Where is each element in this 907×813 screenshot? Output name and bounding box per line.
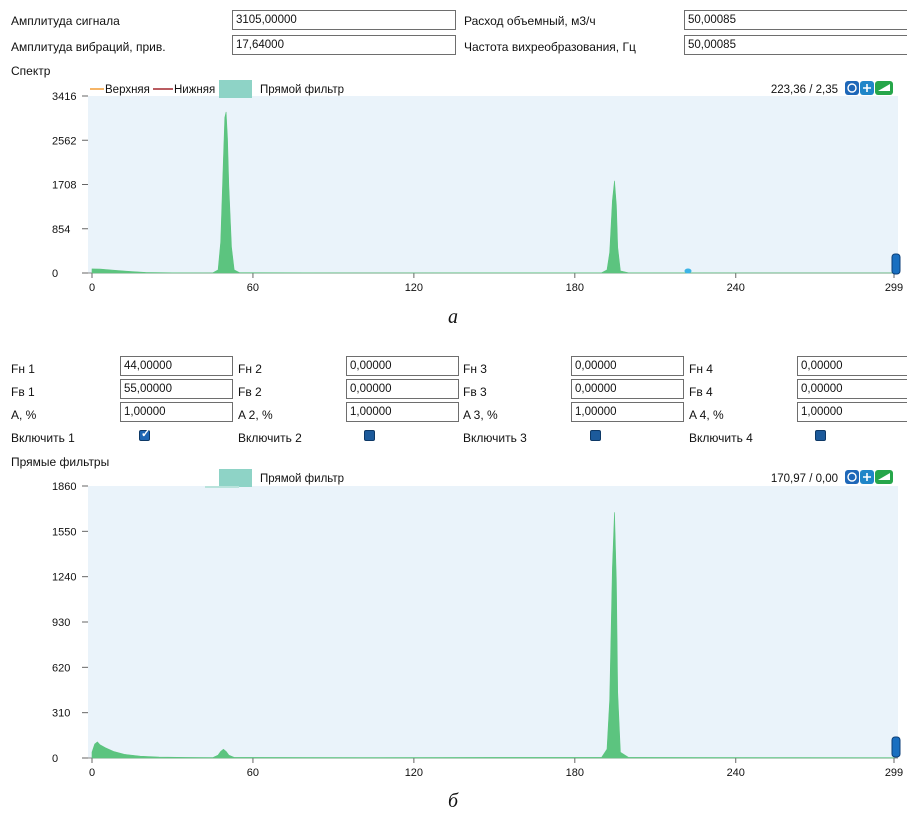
y-tick-label: 930 bbox=[52, 617, 70, 629]
filter4-a-label: A 4, % bbox=[689, 408, 724, 422]
filter3-enable-label: Включить 3 bbox=[463, 431, 527, 445]
x-tick-label: 60 bbox=[247, 767, 259, 779]
filter2-fn-field[interactable]: 0,00000 bbox=[346, 356, 459, 376]
filter4-a-field[interactable]: 1,00000 bbox=[797, 402, 907, 422]
direct-filters-legend: Прямой фильтр bbox=[205, 469, 344, 488]
direct-filters-scroll-handle[interactable] bbox=[891, 736, 901, 758]
direct-filters-plot-area bbox=[88, 486, 898, 758]
legend-lower-label: Нижняя bbox=[174, 84, 215, 96]
filter2-enable-label: Включить 2 bbox=[238, 431, 302, 445]
zoom-in-icon[interactable] bbox=[860, 81, 874, 95]
zoom-in-icon[interactable] bbox=[860, 470, 874, 484]
filter3-enable-checkbox[interactable] bbox=[590, 430, 601, 441]
x-tick-label: 240 bbox=[727, 282, 745, 294]
filter1-a-field[interactable]: 1,00000 bbox=[120, 402, 233, 422]
vortex-frequency-field[interactable]: 50,00085 bbox=[684, 35, 907, 55]
x-tick-label: 240 bbox=[727, 767, 745, 779]
y-tick-label: 1240 bbox=[52, 572, 76, 584]
direct-filters-chart: 0 310 620 930 1240 1550 1860 0 60 120 180 240 299 Пр… bbox=[52, 469, 903, 779]
legend-direct-filter-label: Прямой фильтр bbox=[260, 473, 344, 485]
filter3-a-field[interactable]: 1,00000 bbox=[571, 402, 684, 422]
x-tick-label: 0 bbox=[89, 767, 95, 779]
volume-flow-label: Расход объемный, м3/ч bbox=[464, 14, 596, 28]
filter1-fv-label: Fв 1 bbox=[11, 385, 35, 399]
spectrum-cursor-marker[interactable] bbox=[684, 268, 692, 274]
filter3-a-label: A 3, % bbox=[463, 408, 498, 422]
filter2-a-label: A 2, % bbox=[238, 408, 273, 422]
filter3-fv-field[interactable]: 0,00000 bbox=[571, 379, 684, 399]
filter2-fv-field[interactable]: 0,00000 bbox=[346, 379, 459, 399]
y-tick-label: 1708 bbox=[52, 180, 76, 192]
x-tick-label: 60 bbox=[247, 282, 259, 294]
spectrum-scroll-handle[interactable] bbox=[891, 253, 901, 275]
legend-shadow bbox=[205, 486, 239, 488]
y-tick-label: 310 bbox=[52, 708, 70, 720]
direct-filters-cursor-readout: 170,97 / 0,00 bbox=[771, 473, 838, 485]
x-tick-label: 299 bbox=[885, 767, 903, 779]
y-tick-label: 0 bbox=[52, 753, 58, 765]
direct-filters-caption: б bbox=[448, 790, 459, 812]
filter1-enable-checkbox[interactable]: ✓ bbox=[139, 428, 151, 441]
spectrum-section-label: Спектр bbox=[11, 64, 51, 78]
vibration-amplitude-label: Амплитуда вибраций, прив. bbox=[11, 40, 166, 54]
y-tick-label: 620 bbox=[52, 662, 70, 674]
filter1-fv-field[interactable]: 55,00000 bbox=[120, 379, 233, 399]
checkmark-icon: ✓ bbox=[141, 428, 151, 440]
spectrum-caption: а bbox=[448, 306, 458, 328]
y-tick-label: 1860 bbox=[52, 481, 76, 493]
pan-icon[interactable] bbox=[875, 81, 893, 95]
filter3-fn-field[interactable]: 0,00000 bbox=[571, 356, 684, 376]
filter4-fv-field[interactable]: 0,00000 bbox=[797, 379, 907, 399]
zoom-reset-icon[interactable] bbox=[845, 470, 859, 484]
spectrum-zoom-toolbar bbox=[845, 81, 893, 95]
direct-filters-zoom-toolbar bbox=[845, 470, 893, 484]
filter4-fv-label: Fв 4 bbox=[689, 385, 713, 399]
filter2-a-field[interactable]: 1,00000 bbox=[346, 402, 459, 422]
zoom-reset-icon[interactable] bbox=[845, 81, 859, 95]
y-tick-label: 854 bbox=[52, 224, 70, 236]
x-tick-label: 120 bbox=[405, 767, 423, 779]
y-tick-label: 3416 bbox=[52, 91, 76, 103]
filter4-fn-field[interactable]: 0,00000 bbox=[797, 356, 907, 376]
filter2-enable-checkbox[interactable] bbox=[364, 430, 375, 441]
filter3-fn-label: Fн 3 bbox=[463, 362, 487, 376]
filter2-fn-label: Fн 2 bbox=[238, 362, 262, 376]
filter4-enable-checkbox[interactable] bbox=[815, 430, 826, 441]
y-tick-label: 2562 bbox=[52, 135, 76, 147]
spectrum-plot-area bbox=[88, 96, 898, 273]
filter4-enable-label: Включить 4 bbox=[689, 431, 753, 445]
signal-amplitude-field[interactable]: 3105,00000 bbox=[232, 10, 456, 30]
spectrum-chart: 0 854 1708 2562 3416 0 60 120 180 240 299 Верхняя … bbox=[52, 80, 903, 294]
filter1-fn-field[interactable]: 44,00000 bbox=[120, 356, 233, 376]
spectrum-cursor-readout: 223,36 / 2,35 bbox=[771, 84, 838, 96]
legend-direct-filter-swatch bbox=[219, 469, 252, 487]
filter1-fn-label: Fн 1 bbox=[11, 362, 35, 376]
x-tick-label: 120 bbox=[405, 282, 423, 294]
x-tick-label: 180 bbox=[566, 282, 584, 294]
x-tick-label: 299 bbox=[885, 282, 903, 294]
signal-amplitude-label: Амплитуда сигнала bbox=[11, 14, 120, 28]
y-tick-label: 0 bbox=[52, 268, 58, 280]
x-tick-label: 0 bbox=[89, 282, 95, 294]
filter1-a-label: A, % bbox=[11, 408, 37, 422]
spectrum-legend: Верхняя Нижняя Прямой фильтр bbox=[90, 80, 344, 98]
filter3-fv-label: Fв 3 bbox=[463, 385, 487, 399]
legend-direct-filter-label: Прямой фильтр bbox=[260, 84, 344, 96]
filter2-fv-label: Fв 2 bbox=[238, 385, 262, 399]
vibration-amplitude-field[interactable]: 17,64000 bbox=[232, 35, 456, 55]
x-tick-label: 180 bbox=[566, 767, 584, 779]
legend-direct-filter-swatch bbox=[219, 80, 252, 98]
volume-flow-field[interactable]: 50,00085 bbox=[684, 10, 907, 30]
pan-icon[interactable] bbox=[875, 470, 893, 484]
legend-upper-label: Верхняя bbox=[105, 84, 150, 96]
filter4-fn-label: Fн 4 bbox=[689, 362, 713, 376]
filter1-enable-label: Включить 1 bbox=[11, 431, 75, 445]
vortex-frequency-label: Частота вихреобразования, Гц bbox=[464, 40, 636, 54]
y-tick-label: 1550 bbox=[52, 526, 76, 538]
